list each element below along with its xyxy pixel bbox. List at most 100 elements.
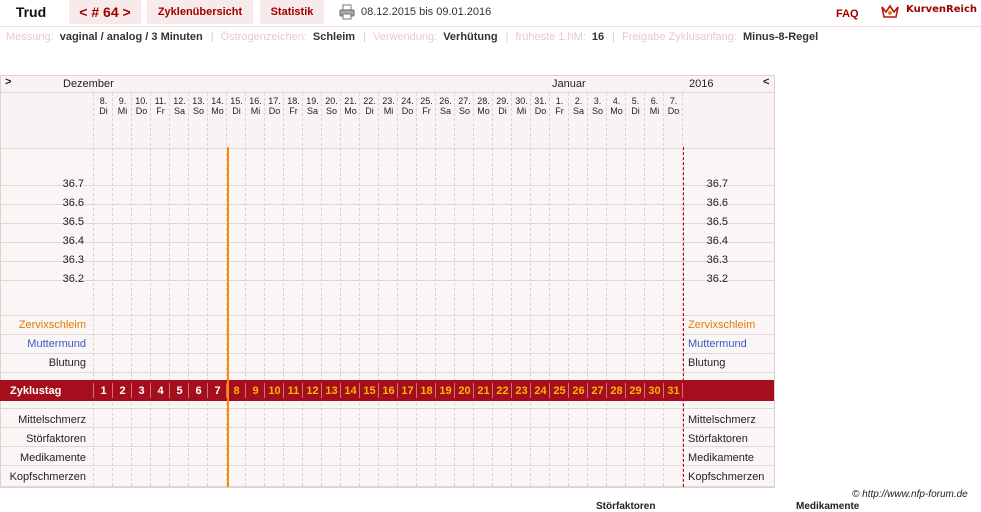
day-header: 13. So: [189, 96, 208, 116]
day-weekday: So: [325, 106, 337, 116]
cycle-chart: > Dezember Januar 2016 < 8. Di 9. Mi 10. Do 11…: [0, 75, 775, 488]
day-weekday: Mo: [211, 106, 224, 116]
day-number: 28.: [477, 96, 490, 106]
day-column-line: [587, 93, 588, 486]
day-number: 6.: [650, 96, 659, 106]
row-label-blutung[interactable]: Blutung: [688, 357, 725, 369]
day-column-line: [340, 93, 341, 486]
tab-statistics[interactable]: Statistik: [260, 0, 324, 24]
tab-cycle-overview[interactable]: Zyklenübersicht: [147, 0, 253, 24]
row-label-mittelschmerz[interactable]: Mittelschmerz: [0, 414, 86, 426]
row-label-mittelschmerz[interactable]: Mittelschmerz: [688, 414, 756, 426]
day-weekday: Do: [401, 106, 414, 116]
day-column-line: [378, 93, 379, 486]
temperature-label: 36.6: [62, 197, 84, 209]
row-label-kopfschmerzen[interactable]: Kopfschmerzen: [688, 471, 764, 483]
cycle-day-number: 15: [363, 385, 376, 397]
cut-label-right: Medikamente: [796, 501, 860, 512]
row-label-zervixschleim[interactable]: Zervixschleim: [688, 319, 755, 331]
day-header: 25. Fr: [417, 96, 436, 116]
crown-logo-icon[interactable]: [881, 3, 899, 19]
day-header: 20. So: [322, 96, 341, 116]
day-weekday: Di: [365, 106, 374, 116]
day-column-line: [321, 93, 322, 486]
day-header: 30. Mi: [512, 96, 531, 116]
brand-name[interactable]: KurvenReich: [906, 4, 977, 15]
chart-end-line: [683, 147, 684, 487]
temperature-label: 36.7: [706, 178, 728, 190]
nav-previous-button[interactable]: >: [5, 76, 11, 88]
today-marker-line: [227, 147, 229, 487]
cycle-day-number: 4: [157, 385, 164, 397]
row-label-störfaktoren[interactable]: Störfaktoren: [688, 433, 748, 445]
day-weekday: Mi: [516, 106, 527, 116]
info-label-usage: Verwendung:: [372, 31, 438, 43]
day-weekday: So: [192, 106, 204, 116]
day-header: 16. Mi: [246, 96, 265, 116]
cycle-navigator[interactable]: < # 64 >: [69, 0, 141, 24]
day-weekday: Fr: [289, 106, 298, 116]
day-number: 12.: [173, 96, 186, 106]
day-weekday: Do: [534, 106, 547, 116]
month-label-january: Januar: [552, 78, 586, 90]
copyright: © http://www.nfp-forum.de: [852, 489, 968, 500]
row-label-medikamente[interactable]: Medikamente: [688, 452, 754, 464]
separator: |: [612, 31, 615, 43]
cycle-day-number: 13: [325, 385, 338, 397]
cycle-day-number: 2: [119, 385, 126, 397]
chart-border: [0, 75, 775, 488]
info-value-earliest-hm: 16: [591, 31, 605, 43]
cycle-day-number: 16: [382, 385, 395, 397]
cycle-day-number: 29: [629, 385, 642, 397]
day-number: 27.: [458, 96, 471, 106]
row-label-zervixschleim[interactable]: Zervixschleim: [0, 319, 86, 331]
temperature-label: 36.3: [62, 254, 84, 266]
temperature-label: 36.6: [706, 197, 728, 209]
day-header: 5. Di: [626, 96, 645, 116]
day-number: 17.: [268, 96, 281, 106]
day-number: 8.: [99, 96, 108, 106]
info-value-release: Minus-8-Regel: [742, 31, 819, 43]
row-label-muttermund[interactable]: Muttermund: [0, 338, 86, 350]
day-column-line: [606, 93, 607, 486]
day-number: 24.: [401, 96, 414, 106]
divider: [0, 26, 981, 27]
day-column-line: [93, 93, 94, 486]
info-value-estrogen: Schleim: [312, 31, 356, 43]
row-label-medikamente[interactable]: Medikamente: [0, 452, 86, 464]
day-column-line: [435, 93, 436, 486]
temperature-label: 36.5: [62, 216, 84, 228]
date-range: 08.12.2015 bis 09.01.2016: [361, 6, 492, 18]
day-header: 4. Mo: [607, 96, 626, 116]
day-number: 26.: [439, 96, 452, 106]
day-column-line: [245, 93, 246, 486]
cycle-day-band: Zyklustag 1 2 3 4 5 6 7 8 9 10 11 12 13 14 15 16 17 18 19 2…: [0, 380, 774, 401]
row-label-störfaktoren[interactable]: Störfaktoren: [0, 433, 86, 445]
day-weekday: Do: [135, 106, 148, 116]
row-label-blutung[interactable]: Blutung: [0, 357, 86, 369]
day-weekday: So: [591, 106, 603, 116]
cycle-day-number: 25: [553, 385, 566, 397]
day-header: 12. Sa: [170, 96, 189, 116]
row-label-muttermund[interactable]: Muttermund: [688, 338, 747, 350]
day-weekday: Sa: [173, 106, 185, 116]
info-label-measurement: Messung:: [6, 31, 54, 43]
cycle-day-number: 12: [306, 385, 319, 397]
temperature-label: 36.5: [706, 216, 728, 228]
nav-next-button[interactable]: <: [763, 76, 769, 88]
row-label-kopfschmerzen[interactable]: Kopfschmerzen: [0, 471, 86, 483]
day-number: 14.: [211, 96, 224, 106]
day-header: 1. Fr: [550, 96, 569, 116]
cycle-day-label: Zyklustag: [10, 385, 62, 397]
day-column-line: [302, 93, 303, 486]
day-weekday: Mo: [344, 106, 357, 116]
faq-link[interactable]: FAQ: [836, 8, 859, 20]
day-weekday: Do: [268, 106, 281, 116]
day-number: 7.: [669, 96, 678, 106]
day-header: 17. Do: [265, 96, 284, 116]
printer-icon[interactable]: [339, 4, 355, 20]
day-column-line: [492, 93, 493, 486]
day-header: 10. Do: [132, 96, 151, 116]
temperature-label: 36.2: [62, 273, 84, 285]
temperature-label: 36.4: [706, 235, 728, 247]
